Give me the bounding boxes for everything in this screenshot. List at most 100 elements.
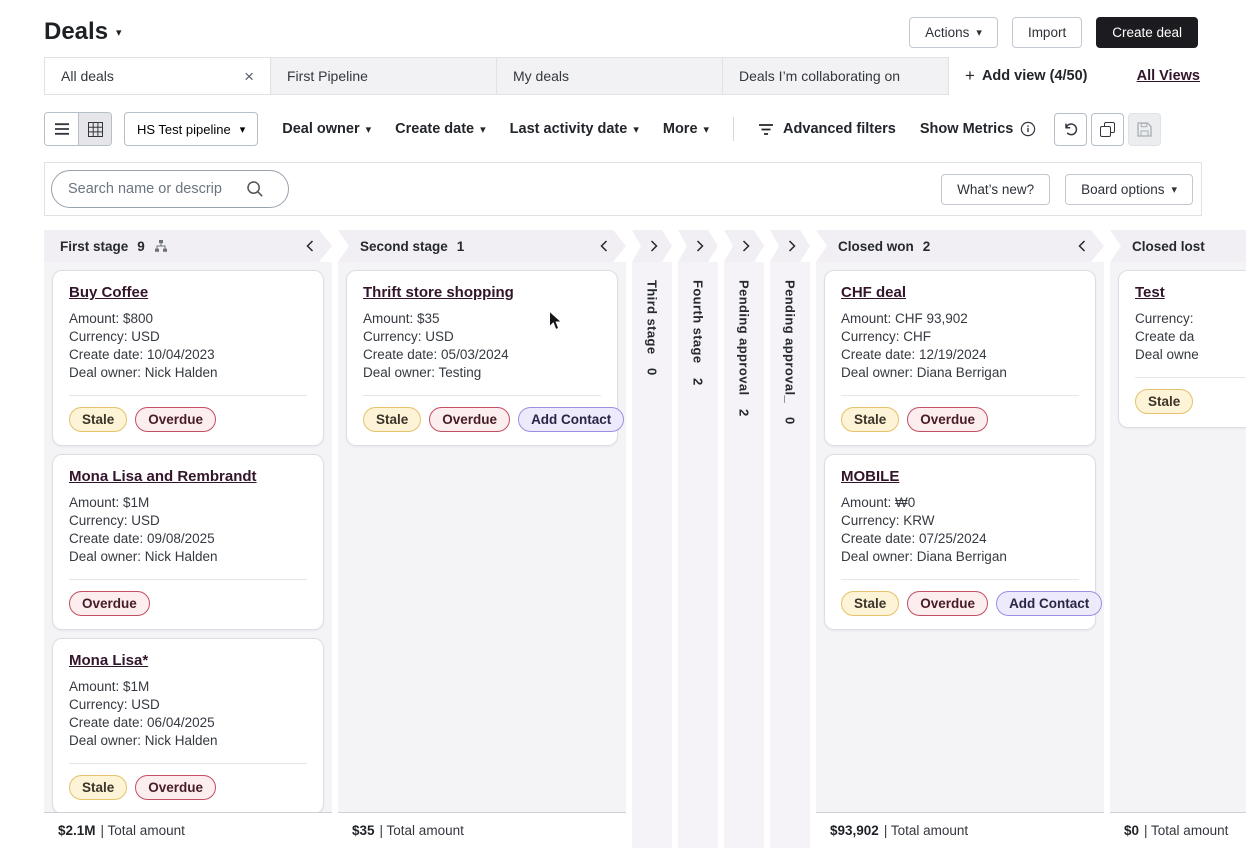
deal-card[interactable]: Thrift store shopping Amount: $35 Curren… (346, 270, 618, 446)
last-activity-date-filter[interactable]: Last activity date ▾ (510, 121, 639, 137)
org-chart-icon (154, 239, 168, 253)
top-bar-actions: Actions ▾ Import Create deal (909, 17, 1198, 48)
deal-card[interactable]: MOBILE Amount: ₩0 Currency: KRW Create d… (824, 454, 1096, 630)
search-input[interactable] (68, 181, 246, 197)
save-view-button[interactable] (1128, 113, 1161, 146)
deal-card[interactable]: CHF deal Amount: CHF 93,902 Currency: CH… (824, 270, 1096, 446)
show-metrics-toggle[interactable]: Show Metrics (920, 121, 1036, 137)
column-name-vertical: Pending approval2 (737, 280, 752, 848)
deal-link[interactable]: Buy Coffee (69, 284, 148, 301)
actions-button[interactable]: Actions ▾ (909, 17, 998, 48)
advanced-filters-button[interactable]: Advanced filters (758, 121, 896, 137)
clone-view-button[interactable] (1091, 113, 1124, 146)
strip-header (678, 230, 718, 262)
collapse-chevron-icon[interactable] (1078, 240, 1086, 252)
search-box[interactable] (51, 170, 289, 208)
stale-badge: Stale (841, 407, 899, 432)
total-label: | Total amount (380, 823, 464, 838)
deal-card[interactable]: Buy Coffee Amount: $800 Currency: USD Cr… (52, 270, 324, 446)
deal-owner: Deal owner: Diana Berrigan (841, 548, 1079, 566)
add-view-button[interactable]: + Add view (4/50) (965, 66, 1088, 86)
expand-chevron-icon[interactable] (696, 240, 704, 252)
column-name: First stage (60, 239, 128, 254)
deal-currency: Currency: CHF (841, 328, 1079, 346)
card-badges: Overdue (69, 591, 307, 616)
column-total-second-stage: $35 | Total amount (338, 812, 626, 848)
column-count: 1 (457, 239, 465, 254)
column-name: Closed lost (1132, 239, 1205, 254)
tab-first-pipeline[interactable]: First Pipeline (270, 57, 497, 95)
deal-card[interactable]: Mona Lisa* Amount: $1M Currency: USD Cre… (52, 638, 324, 812)
more-filters-dropdown[interactable]: More ▾ (663, 121, 709, 137)
strip-body[interactable]: Pending approval2 (724, 262, 764, 848)
column-body-first-stage: Buy Coffee Amount: $800 Currency: USD Cr… (44, 262, 332, 812)
card-badges: Stale (1135, 389, 1246, 414)
import-button[interactable]: Import (1012, 17, 1082, 48)
stale-badge: Stale (69, 407, 127, 432)
column-header-closed-lost: Closed lost (1110, 230, 1246, 262)
deal-link[interactable]: CHF deal (841, 284, 906, 301)
info-icon (1020, 121, 1036, 137)
grid-icon (88, 122, 103, 137)
collapse-chevron-icon[interactable] (306, 240, 314, 252)
column-third-stage-collapsed: Third stage0 (632, 230, 672, 848)
copy-icon (1100, 122, 1115, 137)
tab-all-deals[interactable]: All deals × (44, 57, 271, 95)
deal-create-date: Create date: 12/19/2024 (841, 346, 1079, 364)
close-icon[interactable]: × (244, 68, 254, 85)
expand-chevron-icon[interactable] (650, 240, 658, 252)
deal-create-date: Create date: 07/25/2024 (841, 530, 1079, 548)
tab-deals-collaborating[interactable]: Deals I’m collaborating on (722, 57, 949, 95)
deal-card[interactable]: Mona Lisa and Rembrandt Amount: $1M Curr… (52, 454, 324, 630)
board-toolbar: HS Test pipeline ▾ Deal owner ▾ Create d… (44, 112, 1202, 146)
tab-label: All deals (61, 68, 114, 84)
deal-link[interactable]: Thrift store shopping (363, 284, 514, 301)
deal-amount: Amount: $1M (69, 678, 307, 696)
overdue-badge: Overdue (429, 407, 510, 432)
caret-down-icon: ▾ (240, 125, 246, 136)
collapse-chevron-icon[interactable] (600, 240, 608, 252)
deal-link[interactable]: Mona Lisa and Rembrandt (69, 468, 257, 485)
deal-currency: Currency: KRW (841, 512, 1079, 530)
caret-down-icon: ▾ (704, 125, 710, 136)
expand-chevron-icon[interactable] (788, 240, 796, 252)
deal-link[interactable]: Test (1135, 284, 1165, 301)
add-contact-badge[interactable]: Add Contact (996, 591, 1102, 616)
expand-chevron-icon[interactable] (742, 240, 750, 252)
strip-body[interactable]: Fourth stage2 (678, 262, 718, 848)
deal-amount: Amount: $1M (69, 494, 307, 512)
deal-link[interactable]: MOBILE (841, 468, 899, 485)
overdue-badge: Overdue (907, 407, 988, 432)
deal-create-date: Create date: 10/04/2023 (69, 346, 307, 364)
deal-owner-filter[interactable]: Deal owner ▾ (282, 121, 371, 137)
board-view-button[interactable] (78, 113, 111, 145)
strip-body[interactable]: Third stage0 (632, 262, 672, 848)
pipeline-selector[interactable]: HS Test pipeline ▾ (124, 112, 258, 146)
column-second-stage: Second stage 1 Thrift store shopping Amo… (338, 230, 626, 848)
filter-icon (758, 123, 774, 136)
strip-body[interactable]: Pending approval_0 (770, 262, 810, 848)
list-view-button[interactable] (45, 113, 78, 145)
whats-new-button[interactable]: What’s new? (941, 174, 1050, 205)
add-contact-badge[interactable]: Add Contact (518, 407, 624, 432)
overdue-badge: Overdue (69, 591, 150, 616)
column-name-vertical: Pending approval_0 (783, 280, 798, 848)
deal-card[interactable]: Test Currency: Create da Deal owne Stale (1118, 270, 1246, 428)
tab-my-deals[interactable]: My deals (496, 57, 723, 95)
column-header-closed-won: Closed won 2 (816, 230, 1104, 262)
board-options-button[interactable]: Board options ▾ (1065, 174, 1193, 205)
undo-button[interactable] (1054, 113, 1087, 146)
column-count: 9 (137, 239, 145, 254)
deal-currency: Currency: USD (69, 512, 307, 530)
overdue-badge: Overdue (907, 591, 988, 616)
page-title[interactable]: Deals ▾ (44, 18, 122, 46)
all-views-link[interactable]: All Views (1137, 68, 1200, 84)
create-date-filter[interactable]: Create date ▾ (395, 121, 486, 137)
column-body-closed-lost: Test Currency: Create da Deal owne Stale (1110, 262, 1246, 812)
tab-label: My deals (513, 68, 569, 84)
card-badges: Stale Overdue (69, 775, 307, 800)
deal-link[interactable]: Mona Lisa* (69, 652, 148, 669)
create-deal-button[interactable]: Create deal (1096, 17, 1198, 48)
tab-label: Deals I’m collaborating on (739, 68, 900, 84)
deal-create-date: Create date: 06/04/2025 (69, 714, 307, 732)
